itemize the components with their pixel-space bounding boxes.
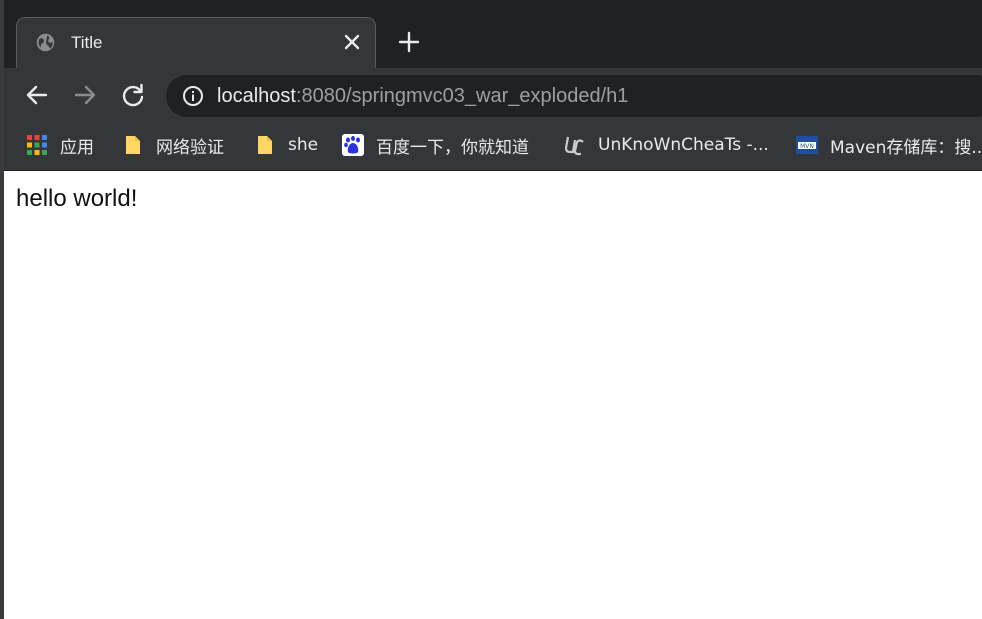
apps-grid-icon — [27, 135, 47, 155]
plus-icon[interactable] — [396, 29, 422, 55]
window-left-edge — [0, 0, 4, 619]
bookmark-label: 百度一下，你就知道 — [376, 137, 529, 158]
tab-title: Title — [71, 33, 103, 52]
url-text[interactable]: localhost:8080/springmvc03_war_exploded/… — [217, 83, 628, 109]
bookmark-apps[interactable]: 应用 — [26, 131, 94, 159]
reload-icon[interactable] — [118, 80, 148, 110]
arrow-left-icon[interactable] — [22, 80, 52, 110]
bookmark-label: she — [288, 135, 319, 155]
bookmark-folder-she[interactable]: she — [254, 131, 318, 159]
folder-icon — [126, 136, 140, 154]
bookmark-folder-network[interactable]: 网络验证 — [122, 131, 224, 159]
url-path: :8080/springmvc03_war_exploded/h1 — [295, 85, 629, 107]
page-body-text: hello world! — [16, 185, 138, 212]
page-viewport: hello world! — [4, 171, 982, 619]
bookmark-label: 应用 — [60, 137, 94, 158]
address-bar[interactable]: localhost:8080/springmvc03_war_exploded/… — [166, 75, 982, 117]
uc-logo-icon — [564, 136, 584, 156]
folder-icon — [258, 136, 272, 154]
url-host: localhost — [217, 85, 296, 107]
bookmark-label: UnKnoWnCheaTs -... — [598, 135, 769, 155]
bookmark-label: 网络验证 — [156, 137, 224, 158]
baidu-paw-icon — [342, 134, 364, 156]
bookmark-maven[interactable]: MVN Maven存储库：搜... — [796, 131, 982, 159]
globe-icon — [36, 33, 55, 52]
bookmark-baidu[interactable]: 百度一下，你就知道 — [342, 131, 529, 159]
close-icon[interactable] — [343, 33, 361, 51]
tab-strip: Title — [0, 0, 982, 68]
bookmark-unknowncheats[interactable]: UnKnoWnCheaTs -... — [564, 131, 769, 159]
arrow-right-icon[interactable] — [70, 80, 100, 110]
browser-window: Title localhost:8080/springmvc03_war_exp… — [0, 0, 982, 619]
bookmarks-bar: 应用 网络验证 she 百度一下，你就知道 UnKnoWnCheaTs -...… — [0, 123, 982, 171]
maven-icon: MVN — [796, 136, 818, 154]
svg-text:MVN: MVN — [800, 143, 814, 150]
toolbar: localhost:8080/springmvc03_war_exploded/… — [0, 68, 982, 123]
bookmark-label: Maven存储库：搜... — [830, 137, 982, 158]
tab-active[interactable]: Title — [16, 17, 376, 68]
info-icon[interactable] — [182, 85, 204, 107]
